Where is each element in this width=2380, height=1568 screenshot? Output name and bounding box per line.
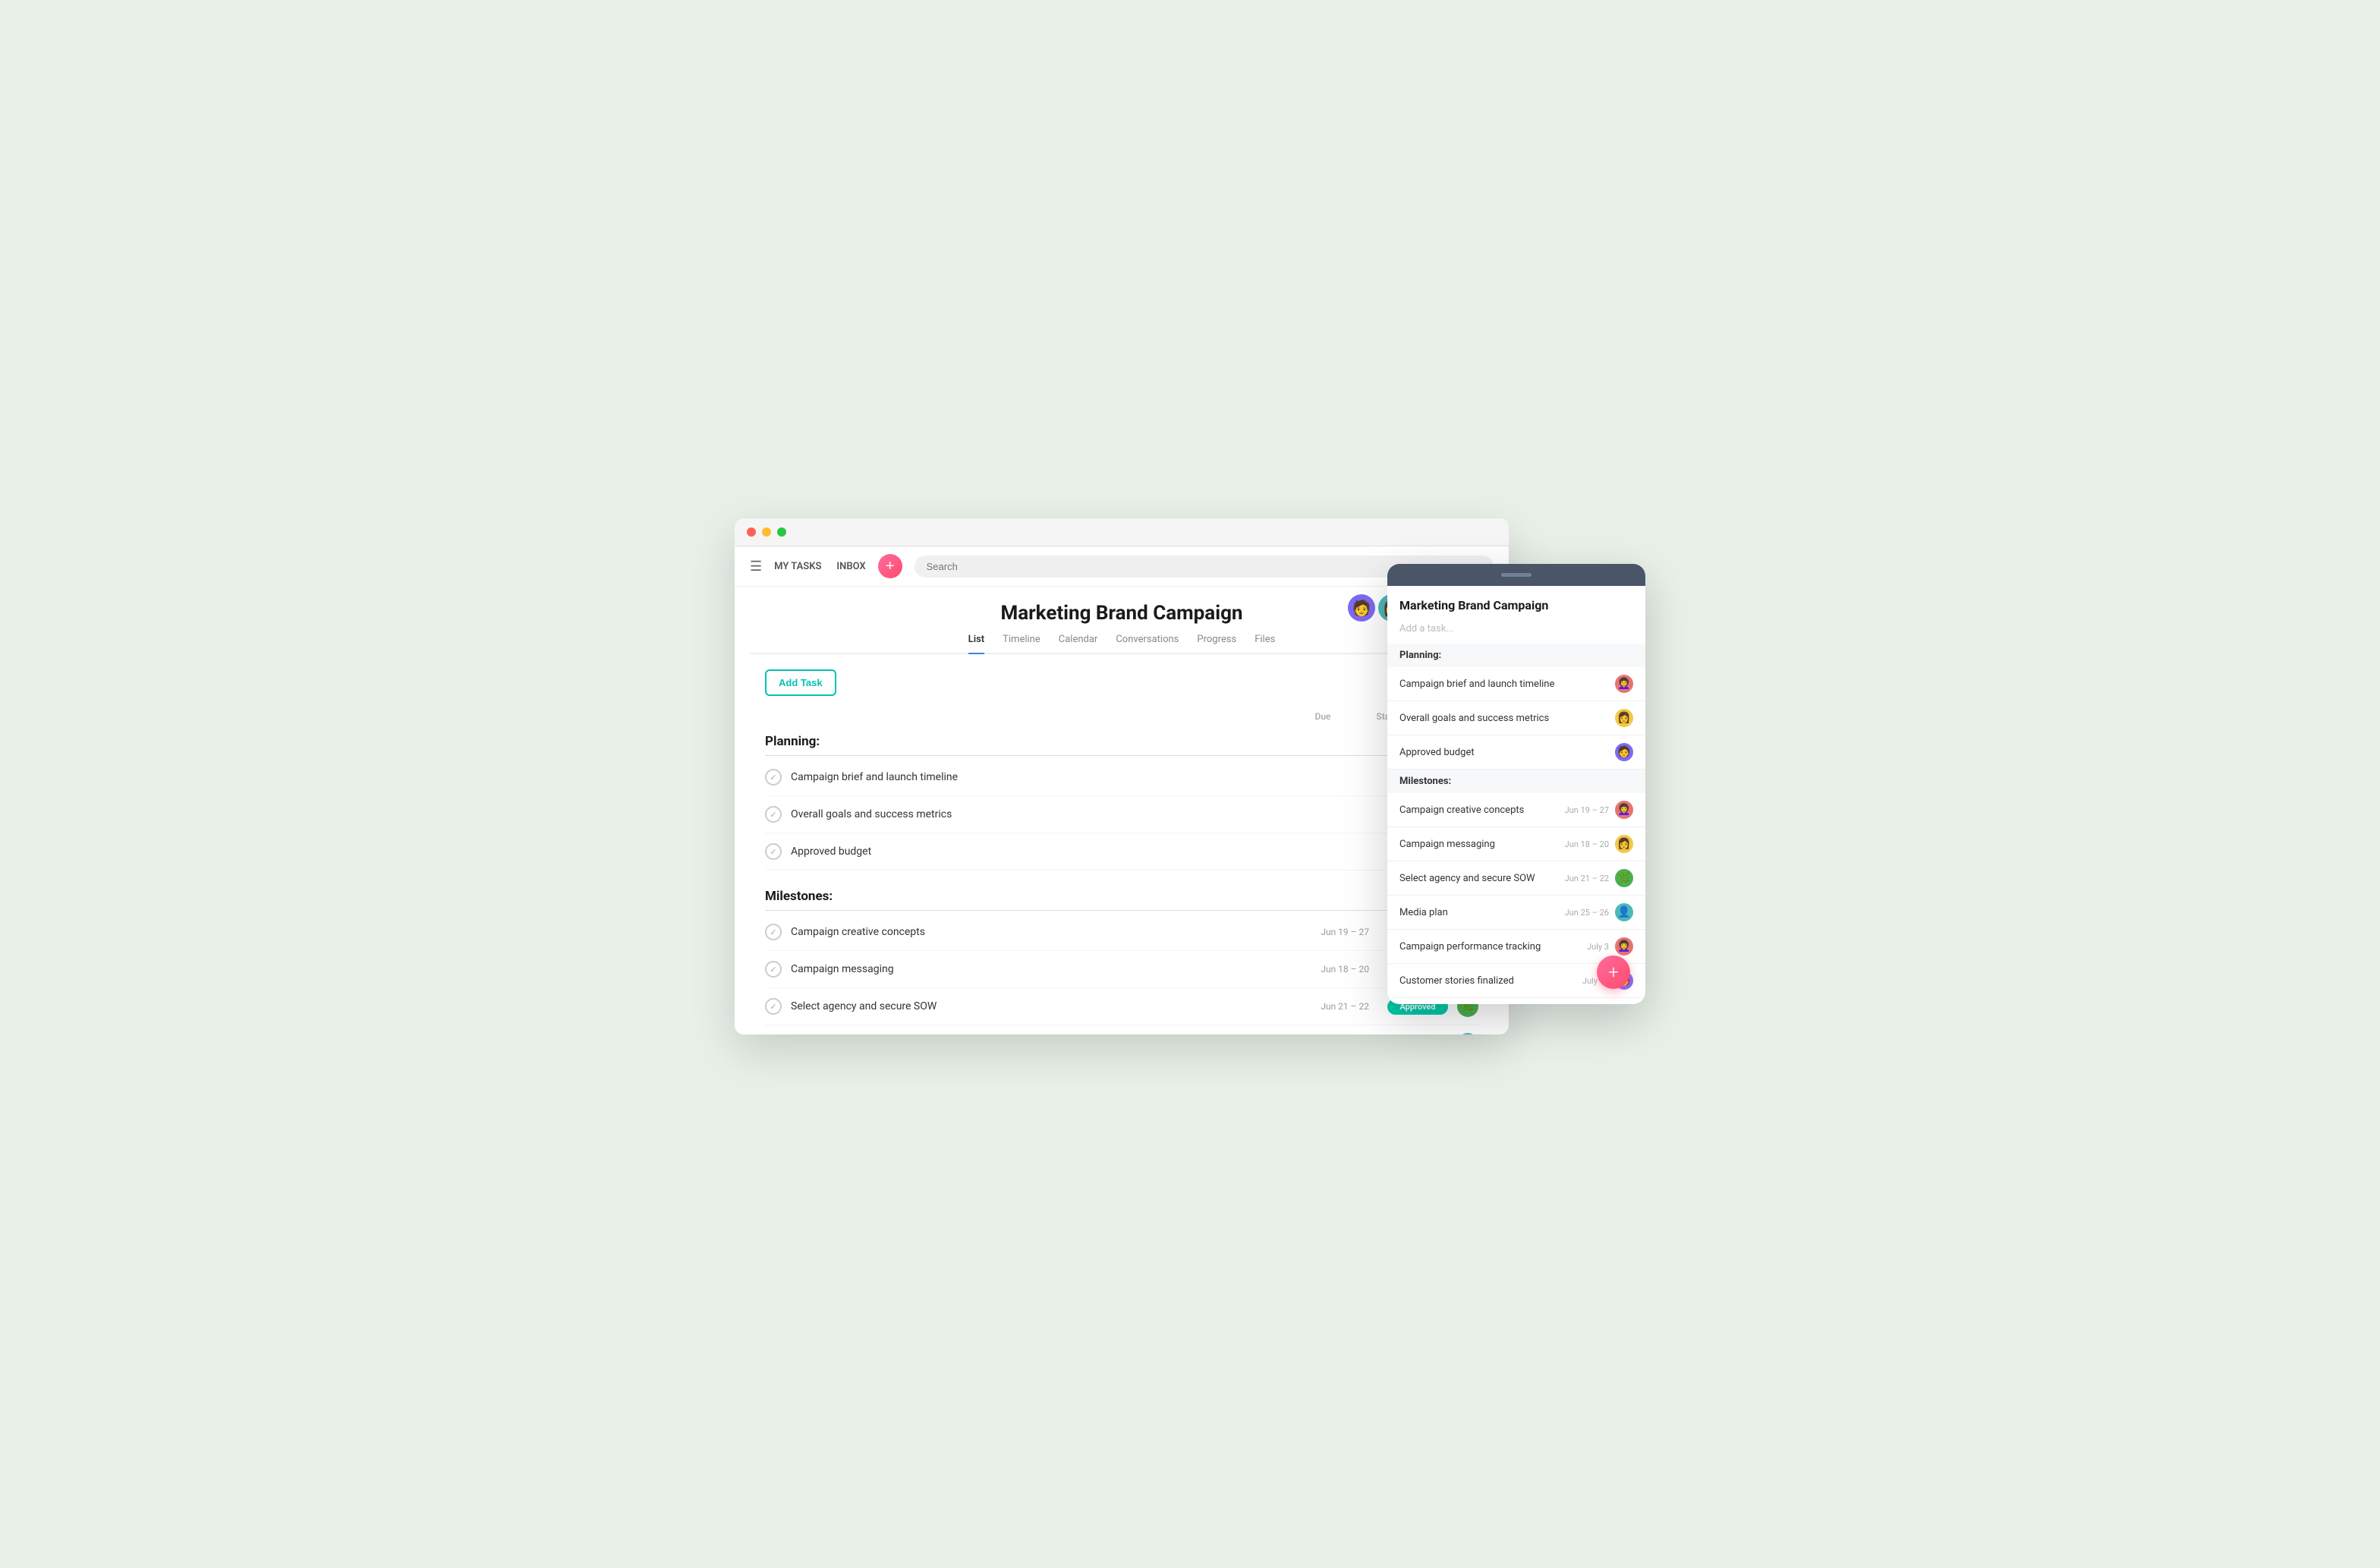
task-name: Overall goals and success metrics — [791, 808, 1308, 820]
tab-conversations[interactable]: Conversations — [1116, 634, 1179, 653]
side-panel-drag-bar — [1387, 564, 1645, 586]
side-task-name: Campaign messaging — [1399, 839, 1565, 850]
side-task-date: July 3 — [1587, 942, 1609, 952]
task-check-icon[interactable]: ✓ — [765, 806, 782, 823]
inbox-link[interactable]: INBOX — [836, 561, 865, 572]
side-add-task-input[interactable]: Add a task... — [1387, 619, 1645, 644]
side-task-name: Overall goals and success metrics — [1399, 713, 1615, 724]
tab-timeline[interactable]: Timeline — [1003, 634, 1040, 653]
task-date: Jun 18 – 20 — [1308, 964, 1369, 974]
task-name: Approved budget — [791, 845, 1308, 858]
task-name: Campaign messaging — [791, 963, 1308, 975]
table-row[interactable]: ✓ Campaign creative concepts Jun 19 – 27… — [765, 914, 1478, 951]
add-button[interactable]: + — [878, 554, 902, 578]
side-task-name: Media plan — [1399, 907, 1565, 918]
side-task-date: Jun 21 – 22 — [1565, 874, 1609, 883]
avatar: 👩 — [1615, 709, 1633, 727]
avatar: 🧑 — [1615, 743, 1633, 761]
side-task-date: Jun 18 – 20 — [1565, 839, 1609, 849]
section-planning-title: Planning: — [765, 728, 1478, 756]
task-name: Campaign creative concepts — [791, 926, 1308, 938]
side-task-name: Campaign creative concepts — [1399, 804, 1565, 816]
table-row[interactable]: ✓ Campaign brief and launch timeline App… — [765, 759, 1478, 796]
table-row[interactable]: ✓ Approved budget Approved 🧑 — [765, 833, 1478, 871]
side-task-name: Campaign performance tracking — [1399, 941, 1587, 952]
tab-bar: List Timeline Calendar Conversations Pro… — [750, 625, 1494, 654]
close-button[interactable] — [747, 527, 756, 537]
tab-progress[interactable]: Progress — [1197, 634, 1236, 653]
table-row[interactable]: ✓ Overall goals and success metrics Appr… — [765, 796, 1478, 833]
side-task-name: Select agency and secure SOW — [1399, 873, 1565, 884]
avatar: 👩 — [1615, 835, 1633, 853]
avatar-1[interactable]: 🧑 — [1348, 594, 1375, 622]
task-check-icon[interactable]: ✓ — [765, 998, 782, 1015]
avatar: 👤 — [1457, 1033, 1478, 1034]
due-column-header: Due — [1314, 711, 1330, 722]
list-item[interactable]: Overall goals and success metrics 👩 — [1387, 701, 1645, 735]
avatar: 👩‍🦱 — [1615, 937, 1633, 956]
side-task-name: Approved budget — [1399, 747, 1615, 758]
side-task-date: Jun 25 – 26 — [1565, 908, 1609, 918]
task-check-icon[interactable]: ✓ — [765, 924, 782, 940]
side-panel-title: Marketing Brand Campaign — [1387, 586, 1645, 619]
drag-handle[interactable] — [1501, 573, 1532, 577]
avatar: 👩‍🦱 — [1615, 675, 1633, 693]
list-item[interactable]: Campaign messaging Jun 18 – 20 👩 — [1387, 827, 1645, 861]
list-item[interactable]: Campaign creative concepts Jun 19 – 27 👩… — [1387, 793, 1645, 827]
list-item[interactable]: Campaign brief and launch timeline 👩‍🦱 — [1387, 667, 1645, 701]
side-section-milestones: Milestones: — [1387, 770, 1645, 793]
side-task-name: Campaign brief and launch timeline — [1399, 679, 1615, 690]
side-panel: Marketing Brand Campaign Add a task... P… — [1387, 564, 1645, 1004]
maximize-button[interactable] — [777, 527, 786, 537]
table-row[interactable]: ✓ Select agency and secure SOW Jun 21 – … — [765, 988, 1478, 1025]
fab-button[interactable]: + — [1597, 956, 1630, 989]
section-milestones-title: Milestones: — [765, 883, 1478, 911]
side-section-planning: Planning: — [1387, 644, 1645, 667]
project-title: Marketing Brand Campaign — [1000, 602, 1242, 625]
avatar: 👩‍🦱 — [1615, 801, 1633, 819]
task-name: Select agency and secure SOW — [791, 1000, 1308, 1012]
table-row[interactable]: ✓ Campaign messaging Jun 18 – 20 Approve… — [765, 951, 1478, 988]
table-row[interactable]: ✓ Media plan Jun 25 – 26 In progress 👤 — [765, 1025, 1478, 1034]
task-name: Campaign brief and launch timeline — [791, 771, 1308, 783]
task-date: Jun 19 – 27 — [1308, 927, 1369, 937]
avatar: 🌿 — [1615, 869, 1633, 887]
nav-links: MY TASKS INBOX — [774, 561, 866, 572]
tab-calendar[interactable]: Calendar — [1059, 634, 1098, 653]
task-date: Jun 21 – 22 — [1308, 1001, 1369, 1012]
table-header: Due Status — [765, 711, 1478, 728]
side-task-date: Jun 19 – 27 — [1565, 805, 1609, 815]
tab-files[interactable]: Files — [1255, 634, 1275, 653]
avatar: 👤 — [1615, 903, 1633, 921]
side-task-name: Customer stories finalized — [1399, 975, 1582, 987]
task-check-icon[interactable]: ✓ — [765, 843, 782, 860]
add-task-button[interactable]: Add Task — [765, 669, 836, 696]
task-check-icon[interactable]: ✓ — [765, 961, 782, 978]
my-tasks-link[interactable]: MY TASKS — [774, 561, 821, 572]
title-bar — [735, 518, 1509, 546]
task-check-icon[interactable]: ✓ — [765, 769, 782, 786]
list-item[interactable]: Approved budget 🧑 — [1387, 735, 1645, 770]
tab-list[interactable]: List — [968, 634, 984, 653]
menu-icon[interactable]: ☰ — [750, 559, 762, 575]
list-item[interactable]: Select agency and secure SOW Jun 21 – 22… — [1387, 861, 1645, 896]
minimize-button[interactable] — [762, 527, 771, 537]
list-item[interactable]: Media plan Jun 25 – 26 👤 — [1387, 896, 1645, 930]
